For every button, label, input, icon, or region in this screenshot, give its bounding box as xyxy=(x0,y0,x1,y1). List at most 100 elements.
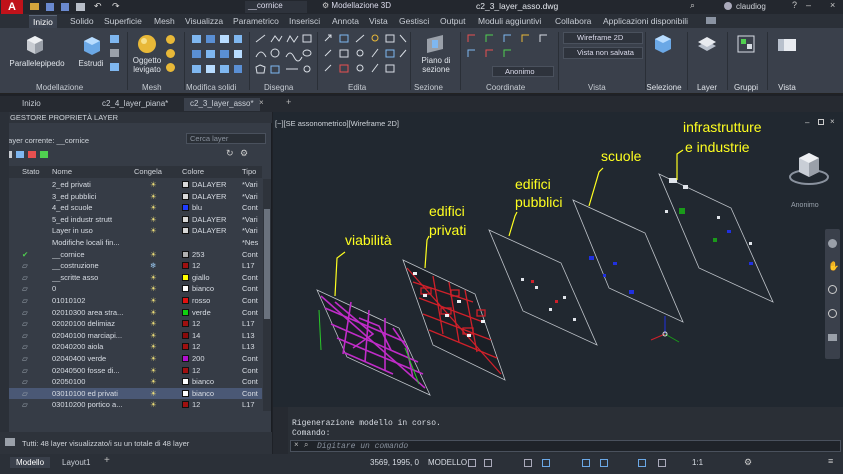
command-input[interactable]: Digitare un comando xyxy=(317,442,408,451)
col-stato[interactable]: Stato xyxy=(22,166,40,178)
layer-linetype[interactable]: L17 xyxy=(242,318,262,330)
oggetto-levigato-button[interactable]: Oggetto levigato xyxy=(128,56,166,74)
layer-name[interactable]: Modifiche locali fin... xyxy=(52,237,132,249)
otrack-icon[interactable] xyxy=(600,459,608,467)
modellazione-panel-title[interactable]: Modellazione xyxy=(36,83,83,92)
sezione-panel-title[interactable]: Sezione xyxy=(414,83,443,92)
layer-name[interactable]: 02010300 area stra... xyxy=(52,307,132,319)
col-tipo[interactable]: Tipo xyxy=(242,166,256,178)
polar-icon[interactable] xyxy=(542,459,550,467)
help-icon[interactable]: ? xyxy=(792,0,797,10)
workspace-dropdown[interactable]: ⚙ Modellazione 3D xyxy=(322,1,410,13)
mesh-small-icons[interactable] xyxy=(166,33,180,77)
set-current-icon[interactable] xyxy=(40,151,48,158)
layer-color[interactable]: DALAYER xyxy=(182,191,240,203)
layer-status-icon[interactable]: ▱ xyxy=(22,295,28,307)
col-nome[interactable]: Nome xyxy=(52,166,72,178)
layer-color[interactable]: bianco xyxy=(182,283,240,295)
layer-name[interactable]: 0 xyxy=(52,283,132,295)
sun-icon[interactable]: ☀ xyxy=(150,318,157,330)
groups-icon[interactable] xyxy=(735,33,757,55)
layer-row[interactable]: Layer in uso ☀ DALAYER *Vari xyxy=(0,225,262,237)
layer-row[interactable]: ✔ __cornice ☀ 253 Cont xyxy=(0,249,262,261)
layer-linetype[interactable]: Cont xyxy=(242,388,262,400)
app-logo[interactable]: A xyxy=(1,0,23,14)
layer-status-icon[interactable]: ▱ xyxy=(22,283,28,295)
tab-visualizza[interactable]: Visualizza xyxy=(185,16,223,26)
sun-icon[interactable]: ☀ xyxy=(150,365,157,377)
title-layer-dropdown[interactable]: __cornice xyxy=(245,1,307,13)
tab-gestisci[interactable]: Gestisci xyxy=(399,16,429,26)
save-icon[interactable] xyxy=(46,3,54,11)
layer-row[interactable]: 2_ed privati ☀ DALAYER *Vari xyxy=(0,179,262,191)
sun-icon[interactable]: ☀ xyxy=(150,249,157,261)
layer-name[interactable]: 02040500 fosse di... xyxy=(52,365,132,377)
layer-scrollbar-thumb[interactable] xyxy=(264,209,270,319)
coordinate-panel-title[interactable]: Coordinate xyxy=(486,83,525,92)
layer-name[interactable]: 03010100 ed privati xyxy=(52,388,132,400)
layer-status-icon[interactable]: ▱ xyxy=(22,330,28,342)
layer-row[interactable]: ▱ 02040400 verde ☀ 200 Cont xyxy=(0,353,262,365)
osnap-icon[interactable] xyxy=(582,459,590,467)
gruppi-button[interactable]: Gruppi xyxy=(728,83,764,92)
layer-color[interactable]: DALAYER xyxy=(182,179,240,191)
layer-linetype[interactable]: Cont xyxy=(242,295,262,307)
delete-layer-icon[interactable] xyxy=(28,151,36,158)
tab-modello[interactable]: Modello xyxy=(10,457,51,468)
col-colore[interactable]: Colore xyxy=(182,166,204,178)
sun-icon[interactable]: ☀ xyxy=(150,388,157,400)
layer-color[interactable]: verde xyxy=(182,307,240,319)
search-icon[interactable]: ⌕ xyxy=(690,0,695,11)
vista-panel-title[interactable]: Vista xyxy=(588,83,606,92)
smooth-object-icon[interactable] xyxy=(136,33,158,55)
lineweight-icon[interactable] xyxy=(638,459,646,467)
doc-tab-layer-asso[interactable]: c2_3_layer_asso* xyxy=(184,98,260,111)
solid-tools-small-icons[interactable] xyxy=(110,33,122,77)
tab-mesh[interactable]: Mesh xyxy=(154,16,175,26)
tab-parametrico[interactable]: Parametrico xyxy=(233,16,279,26)
sun-icon[interactable]: ☀ xyxy=(150,330,157,342)
layer-name[interactable]: 5_ed industr strutt xyxy=(52,214,132,226)
command-search-icon[interactable]: ⌕ xyxy=(304,440,308,450)
new-layout-icon[interactable]: + xyxy=(104,455,110,466)
layer-linetype[interactable]: L13 xyxy=(242,330,262,342)
section-plane-icon[interactable] xyxy=(424,33,446,55)
layer-color[interactable]: bianco xyxy=(182,376,240,388)
layer-row[interactable]: ▱ 03010200 portico a... ☀ 12 L17 xyxy=(0,399,262,411)
close-icon[interactable]: × xyxy=(830,0,835,10)
ortho-icon[interactable] xyxy=(524,459,532,467)
layer-linetype[interactable]: L17 xyxy=(242,260,262,272)
layer-linetype[interactable]: *Vari xyxy=(242,225,262,237)
tab-solido[interactable]: Solido xyxy=(70,16,94,26)
layer-status-icon[interactable]: ▱ xyxy=(22,307,28,319)
undo-icon[interactable]: ↶ xyxy=(94,1,102,12)
selection-icon[interactable] xyxy=(652,33,674,55)
vista-big-button[interactable]: Vista xyxy=(770,83,804,92)
drawing-canvas[interactable] xyxy=(273,112,843,407)
layer-status-icon[interactable]: ▱ xyxy=(22,376,28,388)
open-icon[interactable] xyxy=(30,3,39,10)
layer-name[interactable]: 4_ed scuole xyxy=(52,202,132,214)
layer-color[interactable]: 12 xyxy=(182,341,240,353)
close-tab-icon[interactable]: × xyxy=(259,98,264,107)
tab-applicazioni[interactable]: Applicazioni disponibili xyxy=(603,16,688,26)
layer-color[interactable]: 12 xyxy=(182,260,240,272)
sun-icon[interactable]: ☀ xyxy=(150,399,157,411)
sun-icon[interactable]: ☀ xyxy=(150,283,157,295)
tab-moduli[interactable]: Moduli aggiuntivi xyxy=(478,16,541,26)
tab-annota[interactable]: Annota xyxy=(332,16,359,26)
visual-style-dropdown[interactable]: Wireframe 2D xyxy=(563,32,643,44)
layer-linetype[interactable]: L17 xyxy=(242,399,262,411)
layer-row[interactable]: ▱ __costruzione ❄ 12 L17 xyxy=(0,260,262,272)
drawing-viewport[interactable]: [−][SE assonometrico][Wireframe 2D] – × … xyxy=(273,112,843,407)
layer-row[interactable]: 4_ed scuole ☀ blu Cont xyxy=(0,202,262,214)
layer-linetype[interactable]: Cont xyxy=(242,249,262,261)
frozen-icon[interactable]: ❄ xyxy=(150,260,156,272)
command-input-row[interactable]: × ⌕ Digitare un comando xyxy=(290,440,841,452)
tab-collabora[interactable]: Collabora xyxy=(555,16,591,26)
layer-status-icon[interactable]: ▱ xyxy=(22,260,28,272)
layer-status-icon[interactable]: ▱ xyxy=(22,341,28,353)
layer-name[interactable]: 02050100 xyxy=(52,376,132,388)
edit-tools-icons[interactable] xyxy=(322,33,408,79)
layer-row[interactable]: ▱ 02020100 delimiaz ☀ 12 L17 xyxy=(0,318,262,330)
